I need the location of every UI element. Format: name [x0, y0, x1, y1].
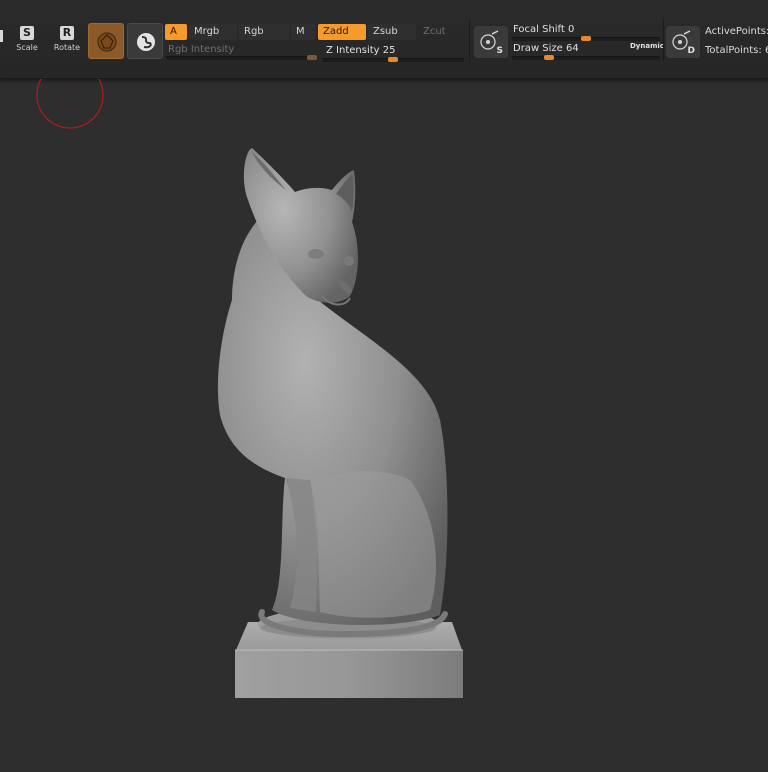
z-intensity-value: 25 [382, 45, 396, 56]
focal-shift-curve-button[interactable]: S [474, 26, 508, 58]
material-sphere-button[interactable] [88, 23, 124, 59]
rgb-toggle[interactable]: Rgb [239, 24, 289, 40]
draw-size-value: 64 [566, 43, 579, 54]
rotate-label: Rotate [53, 43, 81, 52]
focal-shift-value: 0 [568, 24, 575, 35]
draw-size-thumb[interactable] [544, 55, 554, 60]
rgb-intensity-label: Rgb Intensity [168, 44, 235, 55]
rotate-button[interactable]: R Rotate [48, 26, 86, 58]
material-sphere-icon [97, 32, 117, 52]
total-points-readout: TotalPoints: 6. [705, 45, 768, 56]
brush-cursor-ring [36, 61, 104, 129]
sculpt-viewport[interactable] [0, 61, 768, 768]
z-intensity-slider[interactable] [322, 57, 464, 62]
focal-shift-label: Focal Shift 0 [513, 24, 574, 35]
dynamic-toggle[interactable]: Dynamic [630, 42, 664, 50]
rgb-intensity-slider[interactable] [166, 55, 317, 60]
cat-eye-right [344, 256, 354, 266]
draw-size-name: Draw Size [513, 43, 563, 54]
draw-size-slider[interactable] [512, 55, 660, 60]
toolbar-divider [663, 20, 664, 62]
cat-eye-left [308, 249, 324, 259]
z-intensity-thumb[interactable] [388, 57, 398, 62]
focal-shift-slider[interactable] [512, 36, 660, 41]
zadd-toggle[interactable]: Zadd [318, 24, 366, 40]
mrgb-toggle[interactable]: Mrgb [189, 24, 237, 40]
stroke-icon [137, 33, 155, 51]
z-intensity-label: Z Intensity 25 [326, 45, 395, 56]
rgb-intensity-thumb[interactable] [306, 55, 317, 60]
z-intensity-name: Z Intensity [326, 45, 380, 56]
active-points-readout: ActivePoints: 2 [705, 26, 768, 37]
zsub-toggle[interactable]: Zsub [368, 24, 416, 40]
rotate-icon: R [60, 26, 74, 40]
focal-shift-thumb[interactable] [581, 36, 591, 41]
scale-label: Scale [16, 43, 38, 52]
brush-cursor-inner [57, 82, 83, 108]
draw-size-label: Draw Size 64 [513, 43, 579, 54]
zcut-toggle[interactable]: Zcut [418, 24, 462, 40]
toolbar-divider [469, 20, 470, 62]
viewport-canvas[interactable] [0, 61, 768, 768]
stroke-alpha-button[interactable] [127, 23, 163, 59]
d-letter: D [687, 46, 695, 56]
d-curve-button[interactable]: D [666, 26, 700, 58]
m-toggle[interactable]: M [291, 24, 315, 40]
s-letter: S [496, 46, 503, 56]
top-toolbar: S Scale R Rotate A Mrgb Rgb M Zadd Zsub … [0, 0, 768, 79]
move-tool-partial[interactable] [0, 30, 3, 42]
focal-shift-name: Focal Shift [513, 24, 565, 35]
a-mode-toggle[interactable]: A [165, 24, 187, 40]
scale-button[interactable]: S Scale [8, 26, 46, 58]
cat-haunch [312, 470, 436, 618]
scale-icon: S [20, 26, 34, 40]
